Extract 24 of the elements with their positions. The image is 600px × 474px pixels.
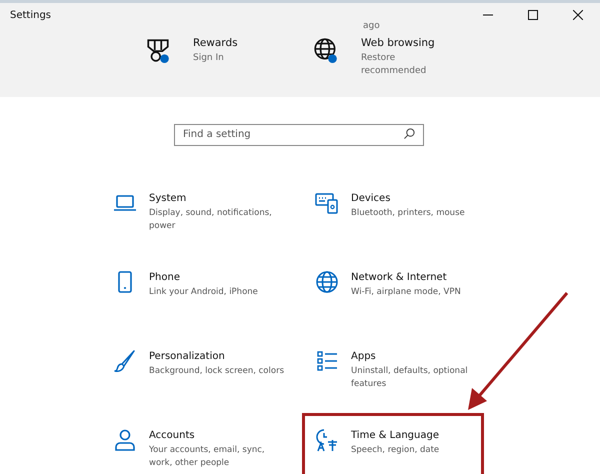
- settings-category[interactable]: Personalization Background, lock screen, colors: [113, 351, 315, 430]
- window-title: Settings: [10, 10, 52, 20]
- tile-subtitle: ago: [363, 21, 380, 33]
- header-tile[interactable]: Web browsing Restore recommended: [313, 37, 481, 78]
- apps-icon: [315, 349, 339, 373]
- search-field[interactable]: Find a setting: [174, 124, 424, 146]
- settings-category[interactable]: Devices Bluetooth, printers, mouse: [315, 193, 515, 272]
- search-icon: [404, 128, 415, 139]
- personalization-icon: [113, 349, 137, 373]
- settings-category[interactable]: System Display, sound, notifications, power: [113, 193, 315, 272]
- settings-category[interactable]: Accounts Your accounts, email, sync, work, other people: [113, 430, 315, 474]
- devices-icon: [315, 191, 339, 215]
- globe-icon: [313, 37, 339, 63]
- settings-category[interactable]: Phone Link your Android, iPhone: [113, 272, 315, 351]
- settings-category[interactable]: Network & Internet Wi-Fi, airplane mode, VPN: [315, 272, 515, 351]
- close-icon: [572, 10, 582, 20]
- maximize-icon: [528, 10, 538, 20]
- accounts-icon: [113, 428, 137, 452]
- medal-icon: [145, 37, 171, 63]
- header-tile[interactable]: Rewards Sign In: [145, 37, 313, 78]
- time-icon: [315, 428, 339, 452]
- network-icon: [315, 270, 339, 294]
- settings-category[interactable]: Apps Uninstall, defaults, optional features: [315, 351, 515, 430]
- settings-category[interactable]: Time & Language Speech, region, date: [315, 430, 515, 474]
